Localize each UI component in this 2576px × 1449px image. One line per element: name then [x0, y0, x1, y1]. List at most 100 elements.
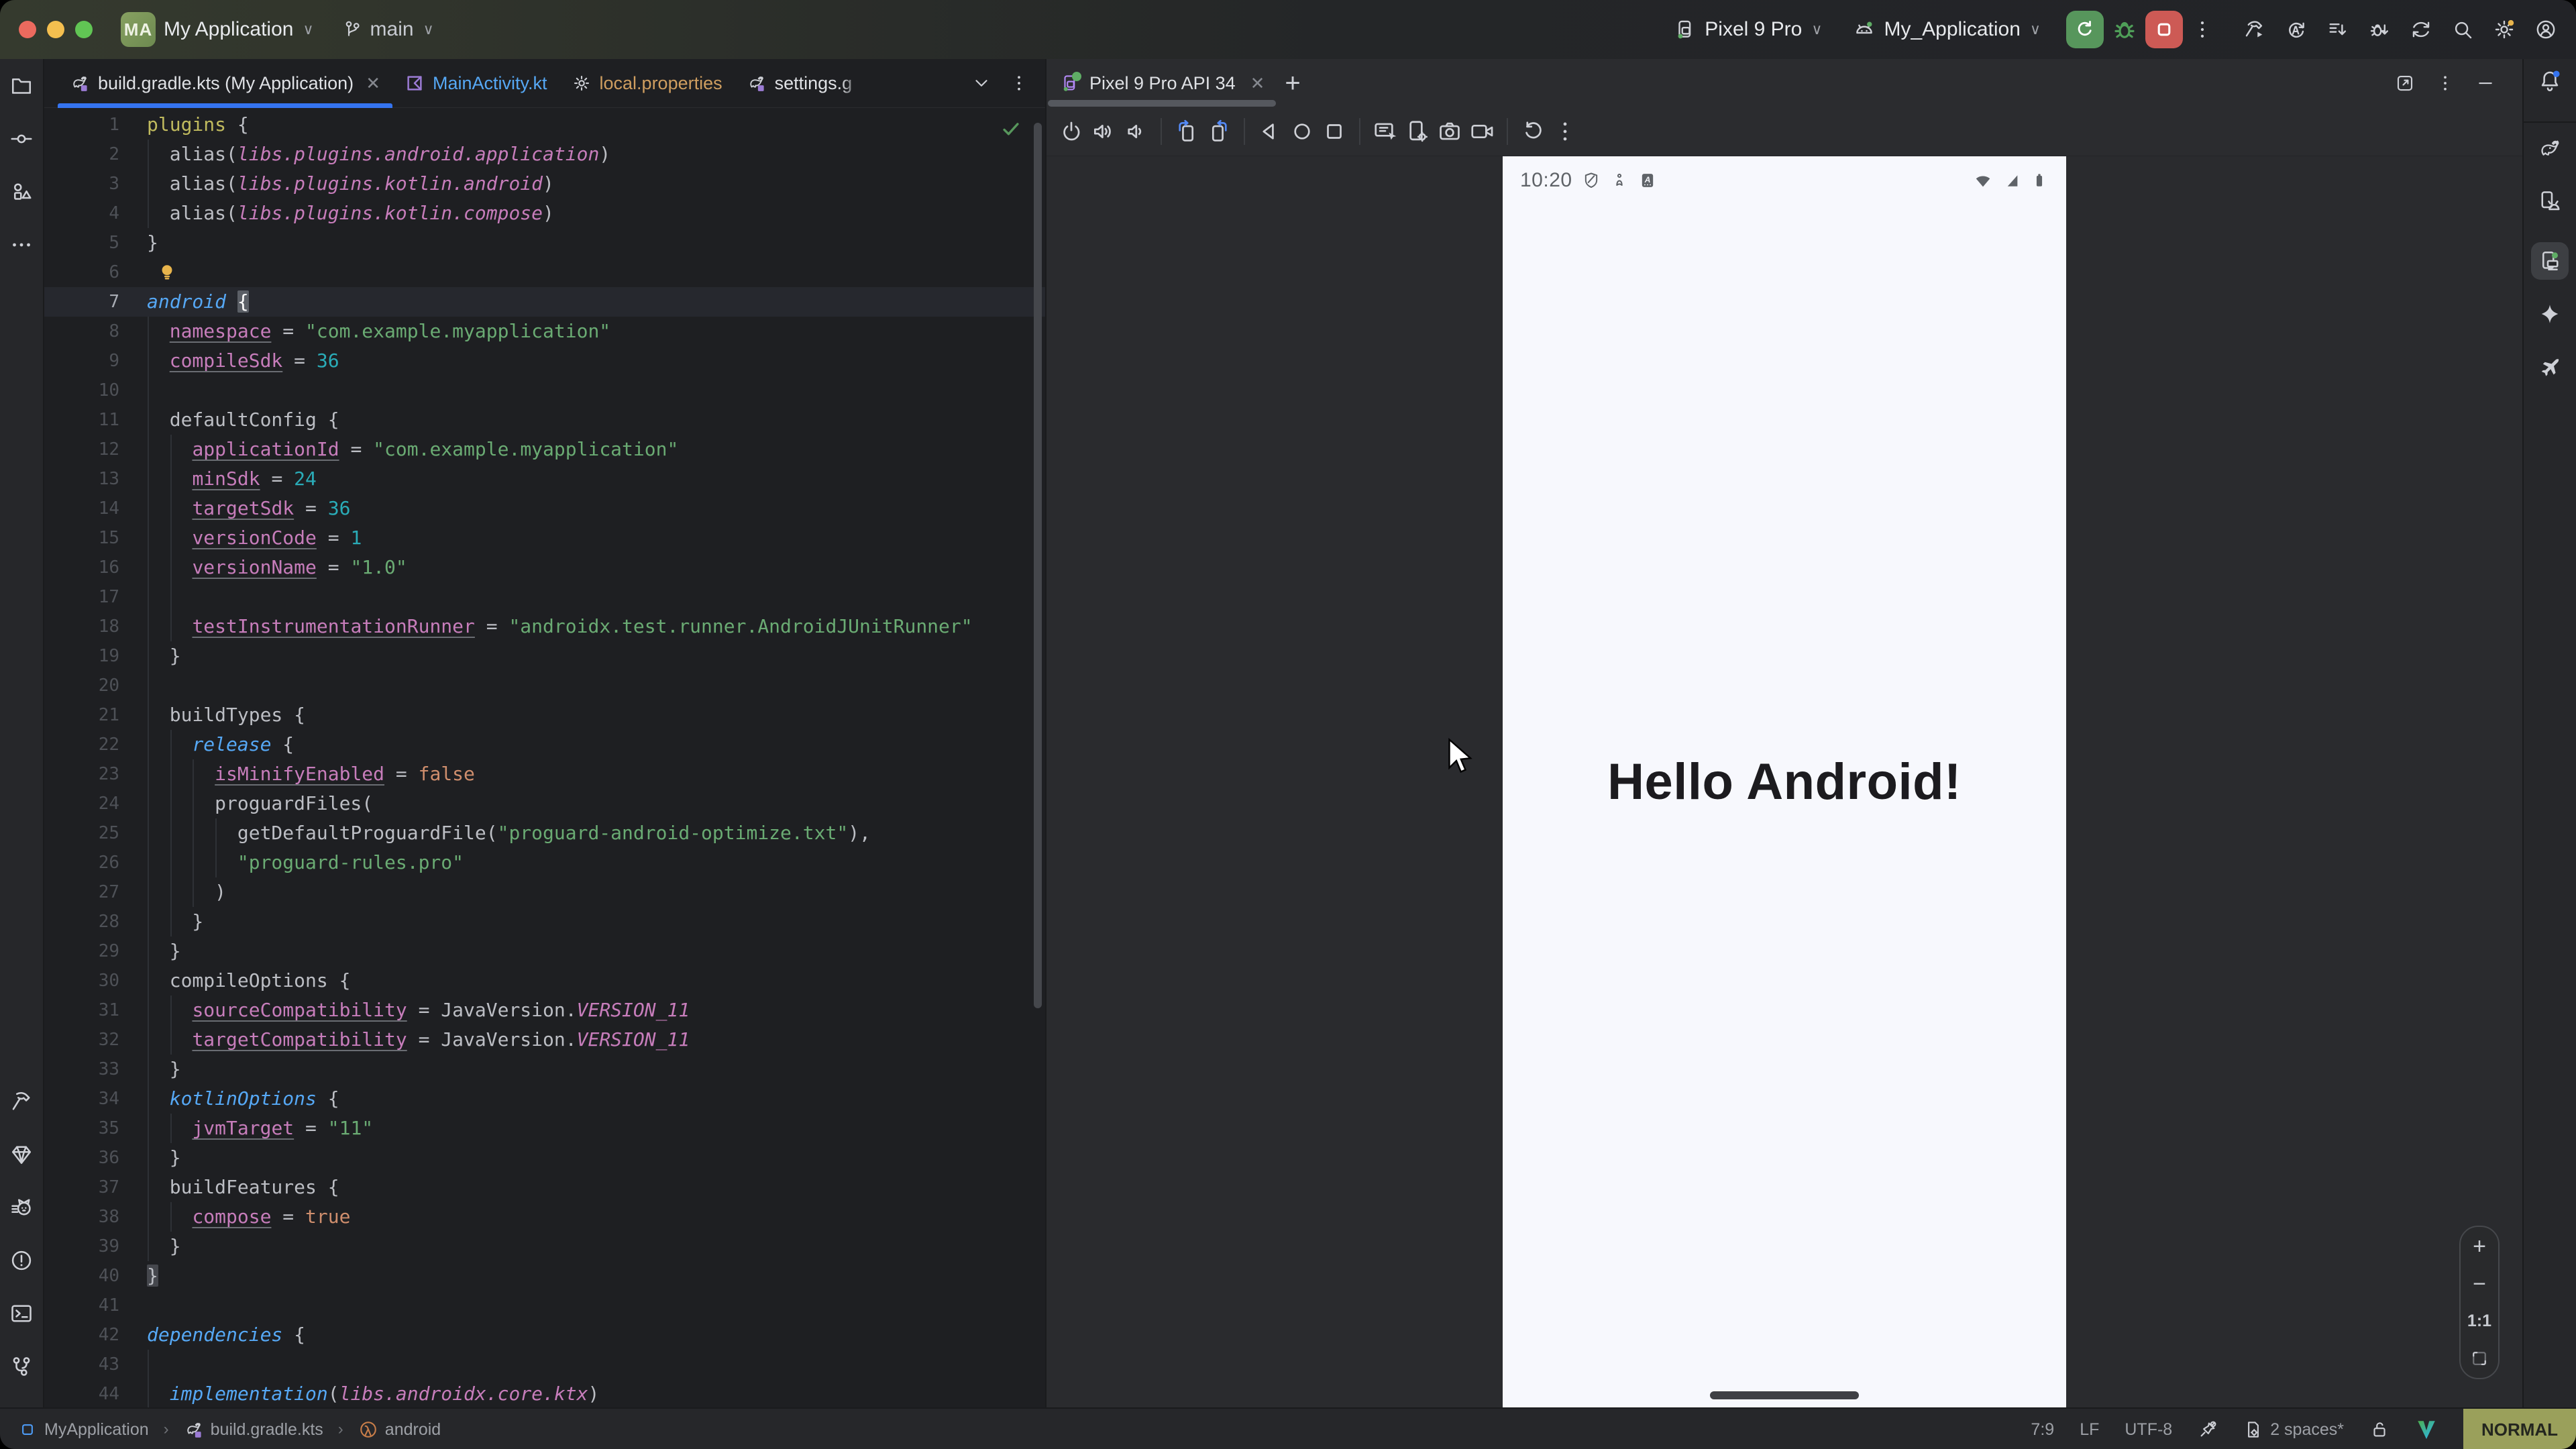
device-tab[interactable]: Pixel 9 Pro API 34 ✕ — [1060, 73, 1265, 94]
sync-project-icon[interactable] — [2410, 18, 2432, 41]
indent-guide — [215, 818, 217, 877]
fullscreen-window-button[interactable] — [75, 21, 93, 38]
more-v-icon[interactable] — [1552, 119, 1578, 144]
overview-icon[interactable] — [1322, 119, 1347, 144]
editor-tab-2[interactable]: MainActivity.kt — [392, 59, 559, 107]
device-settings-icon[interactable] — [1405, 119, 1430, 144]
device-manager-icon[interactable] — [2538, 189, 2562, 213]
file-encoding[interactable]: UTF-8 — [2125, 1420, 2172, 1440]
close-device-tab-button[interactable]: ✕ — [1250, 73, 1265, 94]
branch-selector[interactable]: main ∨ — [342, 18, 434, 41]
editor-tab-4[interactable]: settings.g — [735, 59, 865, 107]
device-tab-scrollbar[interactable] — [1048, 100, 1276, 107]
breadcrumb-separator: › — [338, 1420, 343, 1439]
stop-button[interactable] — [2145, 11, 2183, 48]
attach-debugger-icon[interactable] — [2368, 18, 2391, 41]
power-icon[interactable] — [1059, 119, 1084, 144]
debug-button[interactable] — [2112, 17, 2137, 42]
commit-icon[interactable] — [9, 127, 34, 151]
open-in-window-icon[interactable] — [2395, 73, 2415, 93]
run-more-options-button[interactable] — [2191, 18, 2214, 41]
line-number: 5 — [44, 228, 119, 258]
breadcrumb-item-build.gradle.kts[interactable]: build.gradle.kts — [184, 1419, 323, 1440]
problems-icon[interactable] — [9, 1248, 34, 1273]
gradle-file-icon — [70, 73, 90, 93]
indent-setting[interactable]: 2 spaces* — [2243, 1419, 2344, 1440]
code-editor[interactable]: 1plugins {2 alias(libs.plugins.android.a… — [44, 108, 1045, 1407]
breadcrumb-item-android[interactable]: android — [358, 1419, 441, 1440]
gem-icon[interactable] — [9, 1142, 34, 1167]
reset-icon[interactable] — [1520, 119, 1546, 144]
volume-down-icon[interactable] — [1123, 119, 1148, 144]
plane-icon[interactable] — [2538, 355, 2562, 379]
more-h-icon[interactable] — [9, 233, 34, 257]
line-number: 28 — [44, 907, 119, 936]
tab-options-button[interactable] — [1009, 73, 1029, 93]
search-everywhere-icon[interactable] — [2451, 18, 2474, 41]
screenshot-icon[interactable] — [1437, 119, 1462, 144]
gemini-icon[interactable] — [2538, 302, 2562, 326]
caret-position[interactable]: 7:9 — [2031, 1420, 2054, 1440]
run-config-selector[interactable]: My_Application ∨ — [1853, 18, 2041, 41]
build-run-icon[interactable] — [2243, 18, 2266, 41]
volume-up-icon[interactable] — [1091, 119, 1116, 144]
folder-icon[interactable] — [9, 74, 34, 98]
more-v-icon[interactable] — [2435, 73, 2455, 93]
resources-icon[interactable] — [9, 180, 34, 204]
profile-icon[interactable] — [2534, 18, 2557, 41]
line-number: 25 — [44, 818, 119, 848]
unlock-icon[interactable] — [2369, 1419, 2390, 1440]
hammer-icon[interactable] — [9, 1089, 34, 1114]
apply-changes-restart-icon[interactable] — [2285, 18, 2308, 41]
rerun-button[interactable] — [2066, 11, 2104, 48]
minimize-icon[interactable] — [2475, 73, 2496, 93]
code-line-27: 27 ) — [44, 877, 1045, 907]
gradle-icon[interactable] — [2538, 136, 2562, 160]
device-tab-label: Pixel 9 Pro API 34 — [1089, 73, 1236, 94]
inspections-ok-icon[interactable] — [1000, 117, 1022, 140]
left-tool-rail — [0, 59, 44, 1407]
android-app-icon — [1853, 18, 1876, 41]
profiler-icon[interactable] — [9, 1195, 34, 1220]
emulator-screen[interactable]: 10:20 A Hello Android! — [1503, 156, 2066, 1407]
screen-record-icon[interactable] — [1469, 119, 1495, 144]
project-selector[interactable]: MA My Application ∨ — [121, 12, 314, 47]
editor-tab-1[interactable]: build.gradle.kts (My Application)✕ — [58, 59, 392, 107]
intention-bulb-icon[interactable] — [156, 262, 178, 283]
running-devices-icon[interactable] — [2538, 249, 2562, 273]
minimize-window-button[interactable] — [47, 21, 64, 38]
close-tab-button[interactable]: ✕ — [366, 73, 380, 94]
add-device-tab-button[interactable]: + — [1285, 68, 1300, 99]
close-window-button[interactable] — [19, 21, 36, 38]
terminal-icon[interactable] — [9, 1301, 34, 1326]
rotate-left-icon[interactable] — [1174, 119, 1199, 144]
android-status-bar: 10:20 A — [1503, 163, 2066, 198]
breadcrumb-item-MyApplication[interactable]: MyApplication — [17, 1419, 149, 1440]
line-number: 13 — [44, 464, 119, 494]
editor-tab-3[interactable]: local.properties — [559, 59, 735, 107]
active-tool-window-running-devices[interactable] — [2531, 242, 2569, 280]
zoom-in-button[interactable]: + — [2473, 1236, 2486, 1256]
hidden-tabs-button[interactable] — [971, 73, 991, 93]
tab-label: settings.g — [775, 73, 853, 94]
zoom-out-button[interactable]: − — [2473, 1274, 2486, 1294]
zoom-ratio-button[interactable]: 1:1 — [2467, 1311, 2491, 1331]
home-icon[interactable] — [1289, 119, 1315, 144]
editor-scrollbar[interactable] — [1034, 123, 1042, 1008]
device-selector[interactable]: Pixel 9 Pro ∨ — [1674, 18, 1822, 41]
rotate-right-icon[interactable] — [1206, 119, 1232, 144]
notifications-bell-icon[interactable] — [2538, 68, 2562, 93]
vim-plugin-icon[interactable] — [2415, 1418, 2438, 1441]
snap-screen-icon[interactable] — [1373, 119, 1398, 144]
git-icon[interactable] — [9, 1354, 34, 1379]
highlighting-level-icon[interactable] — [2198, 1419, 2218, 1440]
gesture-navigation-bar[interactable] — [1710, 1391, 1859, 1399]
shield-icon — [1582, 171, 1601, 190]
settings-icon[interactable] — [2493, 18, 2516, 41]
vim-mode-badge[interactable]: NORMAL — [2463, 1409, 2576, 1449]
fit-screen-button[interactable] — [2469, 1348, 2489, 1368]
line-separator[interactable]: LF — [2080, 1420, 2099, 1440]
apply-code-changes-icon[interactable] — [2326, 18, 2349, 41]
back-icon[interactable] — [1257, 119, 1283, 144]
line-number: 23 — [44, 759, 119, 789]
